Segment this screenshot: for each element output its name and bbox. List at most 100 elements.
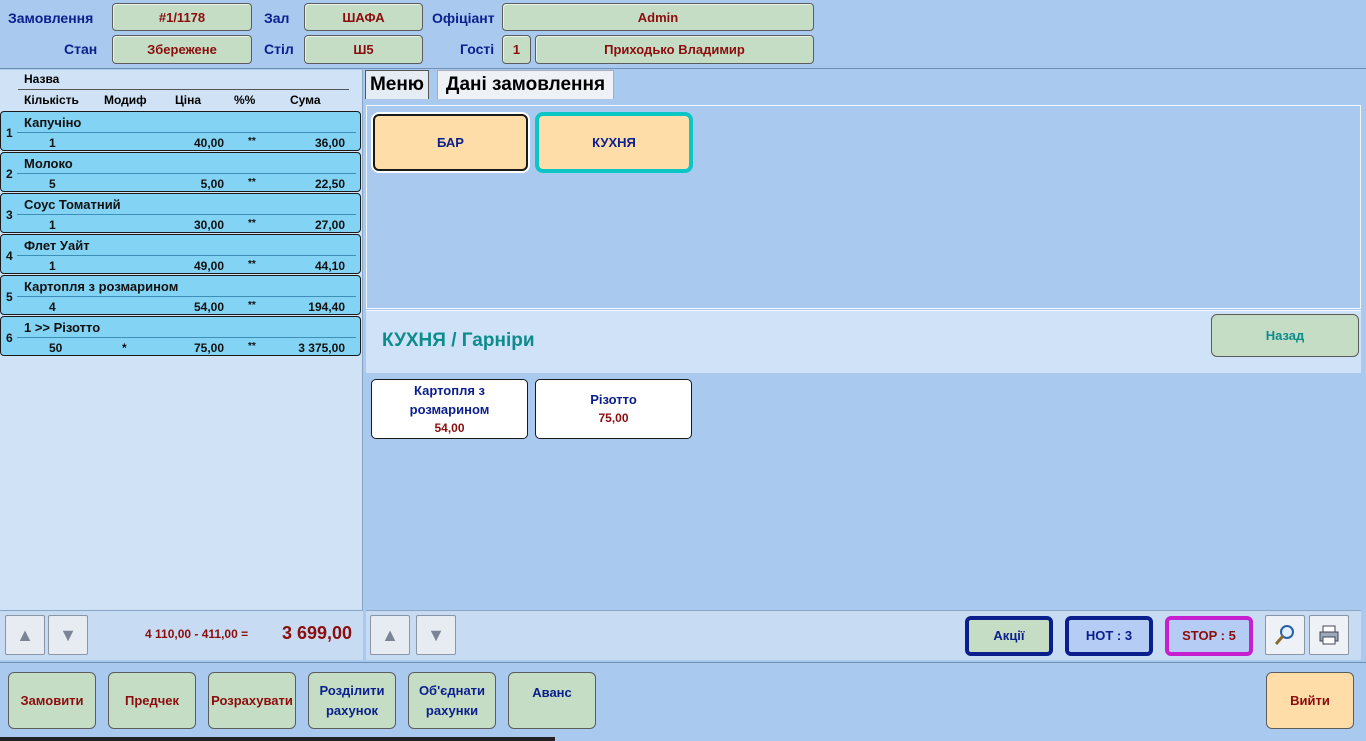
row-pct: ** [248, 259, 256, 270]
printer-icon [1319, 625, 1339, 645]
row-pct: ** [248, 341, 256, 352]
category-bar-button[interactable]: БАР [373, 114, 528, 171]
table-label: Стіл [264, 41, 294, 57]
row-pct: ** [248, 218, 256, 229]
col-price-header: Ціна [175, 93, 202, 107]
order-row[interactable]: 2 Молоко 5 5,00 ** 22,50 [0, 152, 361, 192]
row-sum: 22,50 [314, 177, 345, 191]
merge-bills-button[interactable]: Об'єднати рахунки [408, 672, 496, 729]
row-number: 1 [6, 126, 13, 140]
back-button[interactable]: Назад [1211, 314, 1359, 357]
row-number: 6 [6, 331, 13, 345]
row-number: 3 [6, 208, 13, 222]
row-name: Капучіно [24, 115, 82, 130]
exit-button[interactable]: Вийти [1266, 672, 1354, 729]
waiter-label: Офіціант [432, 10, 495, 26]
product-potato-rosemary[interactable]: Картопля з розмарином 54,00 [371, 379, 528, 439]
split-bill-label: рахунок [325, 702, 379, 718]
state-label: Стан [64, 41, 98, 57]
order-label: Замовлення [8, 10, 94, 26]
order-row[interactable]: 5 Картопля з розмарином 4 54,00 ** 194,4… [0, 275, 361, 315]
row-sum: 27,00 [314, 218, 345, 232]
product-name-line: розмарином [409, 401, 490, 417]
arrow-up-icon: ▲ [16, 624, 34, 645]
row-qty: 4 [49, 300, 56, 314]
scroll-up-button[interactable]: ▲ [5, 615, 45, 655]
hall-field[interactable]: ШАФА [304, 3, 423, 31]
row-name: Флет Уайт [24, 238, 90, 253]
order-row[interactable]: 3 Соус Томатний 1 30,00 ** 27,00 [0, 193, 361, 233]
row-name: Соус Томатний [24, 197, 121, 212]
product-price: 75,00 [598, 411, 629, 425]
product-risotto[interactable]: Різотто 75,00 [535, 379, 692, 439]
promo-button[interactable]: Акції [965, 616, 1053, 656]
row-sum: 36,00 [314, 136, 345, 150]
search-button[interactable] [1265, 615, 1305, 655]
arrow-up-icon: ▲ [381, 624, 399, 645]
product-price: 54,00 [434, 420, 465, 435]
product-name-line: Різотто [590, 392, 637, 407]
order-number-field: #1/1178 [112, 3, 252, 31]
product-name-line: Картопля з [414, 382, 485, 398]
row-number: 2 [6, 167, 13, 181]
merge-bills-label: Об'єднати [418, 682, 486, 698]
print-button[interactable] [1309, 615, 1349, 655]
order-list-header: Назва Кількість Модиф Ціна %% Сума [0, 70, 361, 110]
row-sum: 3 375,00 [298, 341, 345, 355]
col-name-header: Назва [24, 72, 60, 86]
search-icon [1274, 625, 1294, 645]
pay-button[interactable]: Розрахувати [208, 672, 296, 729]
row-pct: ** [248, 300, 256, 311]
row-number: 4 [6, 249, 13, 263]
table-field[interactable]: Ш5 [304, 35, 423, 64]
row-pct: ** [248, 177, 256, 188]
order-row[interactable]: 1 Капучіно 1 40,00 ** 36,00 [0, 111, 361, 151]
row-qty: 1 [49, 259, 56, 273]
guest-name-field[interactable]: Приходько Владимир [535, 35, 814, 64]
hot-button[interactable]: HOT : 3 [1065, 616, 1153, 656]
menu-scroll-up-button[interactable]: ▲ [370, 615, 410, 655]
stop-button[interactable]: STOP : 5 [1165, 616, 1253, 656]
menu-scroll-down-button[interactable]: ▼ [416, 615, 456, 655]
row-sum: 194,40 [308, 300, 345, 314]
order-button[interactable]: Замовити [8, 672, 96, 729]
waiter-field[interactable]: Admin [502, 3, 814, 31]
row-name: 1 >> Різотто [24, 320, 101, 335]
row-qty: 50 [49, 341, 63, 355]
action-bar [0, 662, 1366, 741]
scroll-down-button[interactable]: ▼ [48, 615, 88, 655]
subtotal-text: 4 110,00 - 411,00 = [145, 627, 249, 641]
row-qty: 1 [49, 218, 56, 232]
split-bill-button[interactable]: Розділити рахунок [308, 672, 396, 729]
arrow-down-icon: ▼ [427, 624, 445, 645]
header-divider [0, 68, 1366, 69]
category-kitchen-button[interactable]: КУХНЯ [537, 114, 691, 171]
row-qty: 5 [49, 177, 56, 191]
row-price: 30,00 [193, 218, 224, 232]
state-field: Збережене [112, 35, 252, 64]
guests-label: Гості [460, 41, 495, 57]
arrow-down-icon: ▼ [59, 624, 77, 645]
split-bill-label: Розділити [319, 682, 385, 698]
window-bottom-edge [0, 737, 555, 741]
guests-count-field[interactable]: 1 [502, 35, 531, 64]
row-qty: 1 [49, 136, 56, 150]
advance-button[interactable]: Аванс [508, 672, 596, 729]
row-number: 5 [6, 290, 13, 304]
precheck-button[interactable]: Предчек [108, 672, 196, 729]
merge-bills-label: рахунки [425, 702, 479, 718]
order-row[interactable]: 4 Флет Уайт 1 49,00 ** 44,10 [0, 234, 361, 274]
row-price: 40,00 [193, 136, 224, 150]
col-sum-header: Сума [290, 93, 321, 107]
hall-label: Зал [264, 10, 290, 26]
row-price: 54,00 [193, 300, 224, 314]
breadcrumb: КУХНЯ / Гарніри [382, 330, 535, 351]
col-pct-header: %% [234, 93, 256, 107]
total-text: 3 699,00 [282, 623, 353, 643]
row-name: Молоко [24, 156, 73, 171]
row-pct: ** [248, 136, 256, 147]
col-qty-header: Кількість [24, 93, 79, 107]
tab-order-data[interactable]: Дані замовлення [437, 70, 614, 99]
tab-menu[interactable]: Меню [365, 70, 429, 99]
order-row[interactable]: 6 1 >> Різотто 50 * 75,00 ** 3 375,00 [0, 316, 361, 356]
